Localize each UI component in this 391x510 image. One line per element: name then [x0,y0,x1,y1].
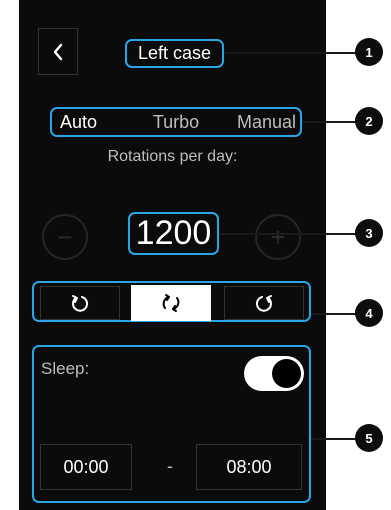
time-separator: - [167,456,173,476]
page-title-text: Left case [137,43,212,63]
sleep-end-time[interactable]: 08:00 [196,444,302,490]
tab-manual[interactable]: Manual [237,112,296,133]
callout-line-2 [302,121,357,123]
rotate-ccw-icon [72,295,89,312]
sleep-section: Sleep: 00:00 - 08:00 [32,345,311,503]
direction-both-button[interactable] [131,285,211,321]
callout-2: 2 [355,107,383,135]
plus-icon: + [270,222,286,252]
rotations-value-text: 1200 [135,214,212,252]
back-button[interactable] [38,28,78,75]
callout-5: 5 [355,424,383,452]
sleep-start-time[interactable]: 00:00 [40,444,132,490]
callout-1: 1 [355,38,383,66]
callout-4: 4 [355,299,383,327]
callout-line-4 [311,313,357,315]
direction-ccw-button[interactable] [40,286,120,320]
app-screen: Left case Auto Turbo Manual Rotations pe… [19,0,326,510]
sleep-start-text: 00:00 [63,456,109,477]
callout-line-5 [311,438,357,440]
callout-line-1 [224,52,357,54]
rotate-cw-icon [255,295,272,312]
minus-icon: − [57,222,73,252]
chevron-left-icon [53,43,63,60]
rotate-both-icon [162,294,180,312]
tab-auto[interactable]: Auto [60,112,97,133]
direction-selector [32,281,311,322]
rotations-value: 1200 [128,212,219,255]
decrease-button[interactable]: − [42,214,88,260]
sleep-end-text: 08:00 [226,456,272,477]
tab-turbo[interactable]: Turbo [153,112,199,133]
sleep-toggle[interactable] [244,356,304,391]
page-title: Left case [125,39,224,68]
direction-cw-button[interactable] [224,286,304,320]
callout-3: 3 [355,219,383,247]
rotations-label: Rotations per day: [107,148,238,165]
callout-line-3 [219,233,357,235]
sleep-label: Sleep: [41,359,90,378]
mode-tabs: Auto Turbo Manual [50,107,302,137]
increase-button[interactable]: + [255,214,301,260]
sleep-toggle-knob [272,359,301,388]
